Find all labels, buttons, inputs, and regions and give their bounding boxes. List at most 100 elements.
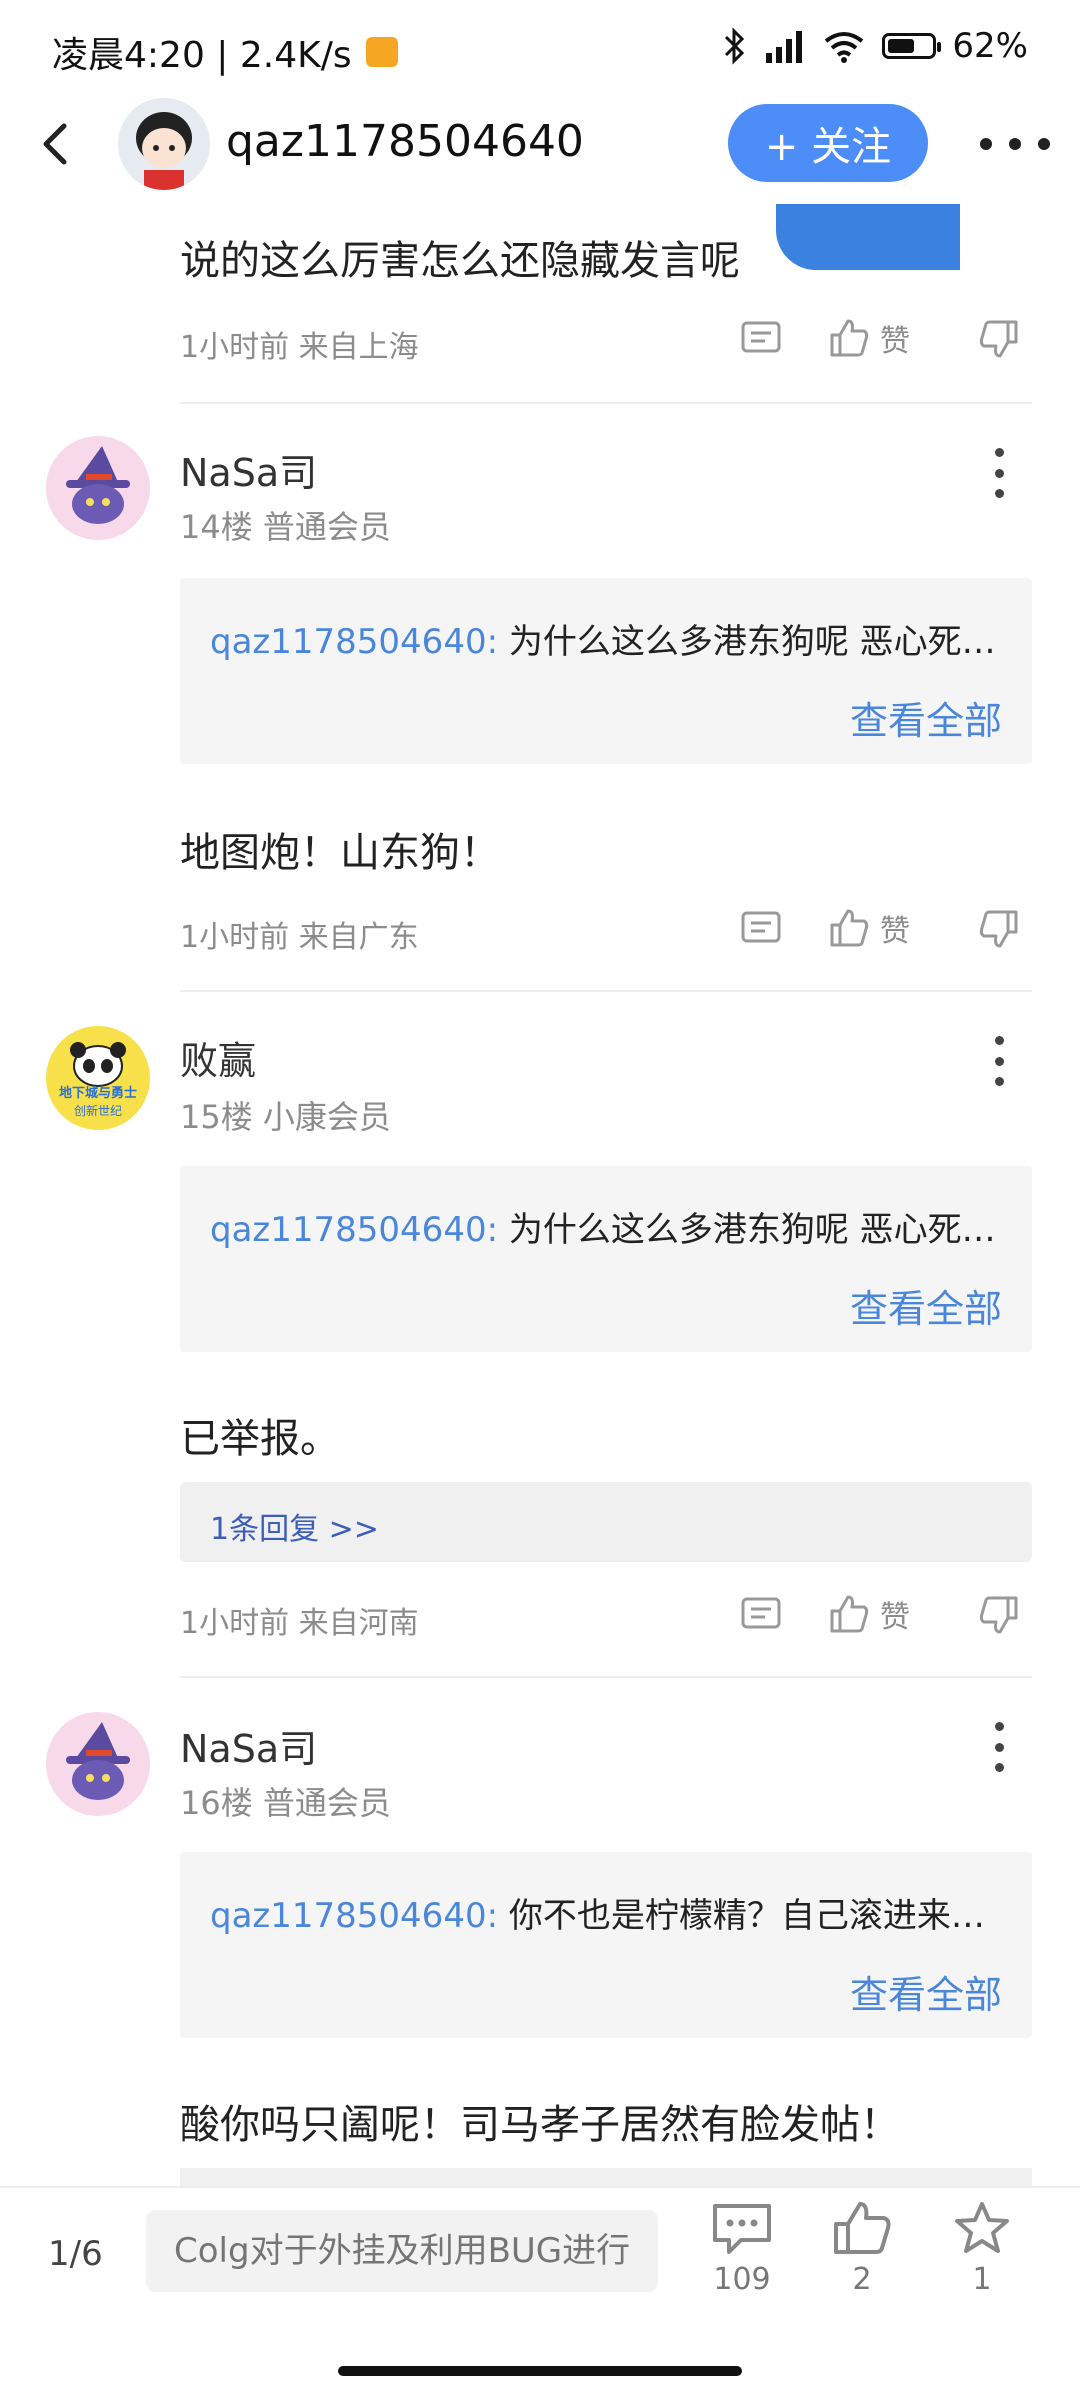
view-all-link[interactable]: 查看全部 bbox=[850, 690, 1002, 745]
comments-button[interactable]: 109 bbox=[702, 2200, 782, 2297]
thumb-up-icon bbox=[830, 1595, 869, 1633]
like-count: 2 bbox=[852, 2262, 872, 2297]
cartoon-avatar-icon bbox=[118, 98, 210, 190]
bluetooth-icon bbox=[725, 27, 745, 65]
reply-button[interactable] bbox=[740, 318, 782, 360]
back-button[interactable] bbox=[30, 114, 80, 174]
comment-icon bbox=[713, 2204, 771, 2254]
like-label: 赞 bbox=[880, 324, 910, 359]
kebab-dot bbox=[994, 1722, 1004, 1731]
back-icon bbox=[43, 123, 67, 165]
thumb-up-icon bbox=[830, 319, 869, 357]
commenter-name[interactable]: NaSa司 bbox=[180, 1718, 317, 1773]
quoted-comment[interactable]: qaz1178504640: 你不也是柠檬精？自己滚进来挨骂了 查看全部 bbox=[180, 1852, 1032, 2038]
comment-icon bbox=[741, 1597, 781, 1629]
battery-percent: 62% bbox=[952, 26, 1028, 66]
reply-button[interactable] bbox=[740, 1594, 782, 1636]
like-button[interactable]: 赞 bbox=[828, 906, 910, 950]
replies-box[interactable]: 1条回复 >> bbox=[180, 1482, 1032, 1562]
follow-button[interactable]: + 关注 bbox=[728, 104, 928, 182]
signal-icon bbox=[766, 31, 803, 63]
quote-username[interactable]: qaz1178504640: bbox=[210, 1210, 498, 1250]
dislike-button[interactable] bbox=[978, 318, 1020, 360]
status-time-text: 凌晨4:20 | 2.4K/s bbox=[52, 35, 352, 76]
quoted-comment[interactable]: qaz1178504640: 为什么这么多港东狗呢 恶心死我了 查看全部 bbox=[180, 578, 1032, 764]
status-time-speed: 凌晨4:20 | 2.4K/s bbox=[52, 26, 398, 78]
dislike-button[interactable] bbox=[978, 908, 1020, 950]
like-post-button[interactable]: 2 bbox=[822, 2200, 902, 2297]
commenter-avatar[interactable] bbox=[46, 1712, 150, 1816]
floor-info: 15楼 小康会员 bbox=[180, 1098, 391, 1136]
kebab-dot bbox=[994, 468, 1004, 478]
kebab-dot bbox=[994, 1036, 1004, 1045]
view-replies-link[interactable]: 1条回复 >> bbox=[210, 1504, 379, 1548]
quote-text: 你不也是柠檬精？自己滚进来挨骂了 bbox=[498, 1896, 1010, 1936]
comment-icon bbox=[741, 911, 781, 943]
quote-line: qaz1178504640: 为什么这么多港东狗呢 恶心死我了 bbox=[210, 1202, 1010, 1251]
floor-info: 14楼 普通会员 bbox=[180, 508, 391, 546]
more-dot bbox=[980, 138, 992, 150]
more-menu-button[interactable] bbox=[980, 126, 1050, 162]
comment-input[interactable] bbox=[146, 2210, 658, 2292]
witch-cat-avatar-icon bbox=[46, 436, 150, 540]
battery-fill bbox=[888, 39, 915, 53]
avatar-logo-subtext: 创新世纪 bbox=[73, 1104, 122, 1118]
quote-username[interactable]: qaz1178504640: bbox=[210, 1896, 498, 1936]
battery-icon bbox=[882, 33, 942, 59]
comment-count: 109 bbox=[713, 2262, 771, 2297]
kebab-dot bbox=[994, 489, 1004, 498]
commenter-name[interactable]: 败赢 bbox=[180, 1030, 256, 1085]
thumb-up-icon bbox=[834, 2202, 891, 2254]
like-button[interactable]: 赞 bbox=[828, 316, 910, 360]
commenter-name[interactable]: NaSa司 bbox=[180, 442, 317, 497]
commenter-avatar[interactable]: 地下城与勇士 创新世纪 bbox=[46, 1026, 150, 1130]
thumb-down-icon bbox=[979, 320, 1018, 358]
thumb-down-icon bbox=[979, 1596, 1018, 1634]
comment-text: 地图炮！山东狗！ bbox=[180, 830, 500, 876]
comment-options-button[interactable] bbox=[990, 1722, 1008, 1772]
quote-text: 为什么这么多港东狗呢 恶心死我了 bbox=[498, 1210, 1010, 1250]
favorite-count: 1 bbox=[972, 2262, 992, 2297]
comment-meta: 1小时前 来自河南 bbox=[180, 1606, 419, 1641]
quoted-comment[interactable]: qaz1178504640: 为什么这么多港东狗呢 恶心死我了 查看全部 bbox=[180, 1166, 1032, 1352]
kebab-dot bbox=[994, 1742, 1004, 1752]
quote-line: qaz1178504640: 为什么这么多港东狗呢 恶心死我了 bbox=[210, 614, 1010, 663]
thumb-down-icon bbox=[979, 910, 1018, 948]
reply-button[interactable] bbox=[740, 908, 782, 950]
kebab-dot bbox=[994, 1056, 1004, 1066]
star-icon bbox=[955, 2202, 1009, 2253]
view-all-link[interactable]: 查看全部 bbox=[850, 1278, 1002, 1333]
comment-input-box[interactable] bbox=[146, 2210, 658, 2292]
quote-username[interactable]: qaz1178504640: bbox=[210, 622, 498, 662]
comment-text: 已举报。 bbox=[180, 1416, 340, 1462]
notification-badge-icon bbox=[365, 37, 398, 67]
divider bbox=[180, 402, 1032, 404]
user-avatar[interactable] bbox=[118, 98, 210, 190]
kebab-dot bbox=[994, 1763, 1004, 1772]
divider bbox=[180, 990, 1032, 992]
comment-options-button[interactable] bbox=[990, 1036, 1008, 1086]
home-indicator[interactable] bbox=[338, 2366, 742, 2376]
wifi-icon bbox=[825, 32, 864, 63]
view-all-link[interactable]: 查看全部 bbox=[850, 1964, 1002, 2019]
quote-text: 为什么这么多港东狗呢 恶心死我了 bbox=[498, 622, 1010, 662]
more-dot bbox=[1038, 138, 1050, 150]
comment-options-button[interactable] bbox=[990, 448, 1008, 498]
comment-icon bbox=[741, 321, 781, 353]
floor-info: 16楼 普通会员 bbox=[180, 1784, 391, 1822]
like-button[interactable]: 赞 bbox=[828, 1592, 910, 1636]
quote-line: qaz1178504640: 你不也是柠檬精？自己滚进来挨骂了 bbox=[210, 1888, 1010, 1937]
commenter-avatar[interactable] bbox=[46, 436, 150, 540]
like-label: 赞 bbox=[880, 1600, 910, 1635]
thumb-up-icon bbox=[830, 909, 869, 947]
kebab-dot bbox=[994, 1077, 1004, 1086]
more-dot bbox=[1009, 138, 1021, 150]
kebab-dot bbox=[994, 448, 1004, 457]
page-indicator[interactable]: 1/6 bbox=[48, 2234, 103, 2274]
like-label: 赞 bbox=[880, 914, 910, 949]
favorite-button[interactable]: 1 bbox=[942, 2200, 1022, 2297]
avatar-logo-text: 地下城与勇士 bbox=[58, 1086, 137, 1101]
dislike-button[interactable] bbox=[978, 1594, 1020, 1636]
comment-meta: 1小时前 来自广东 bbox=[180, 920, 419, 955]
status-icons: 62% bbox=[722, 26, 1028, 66]
